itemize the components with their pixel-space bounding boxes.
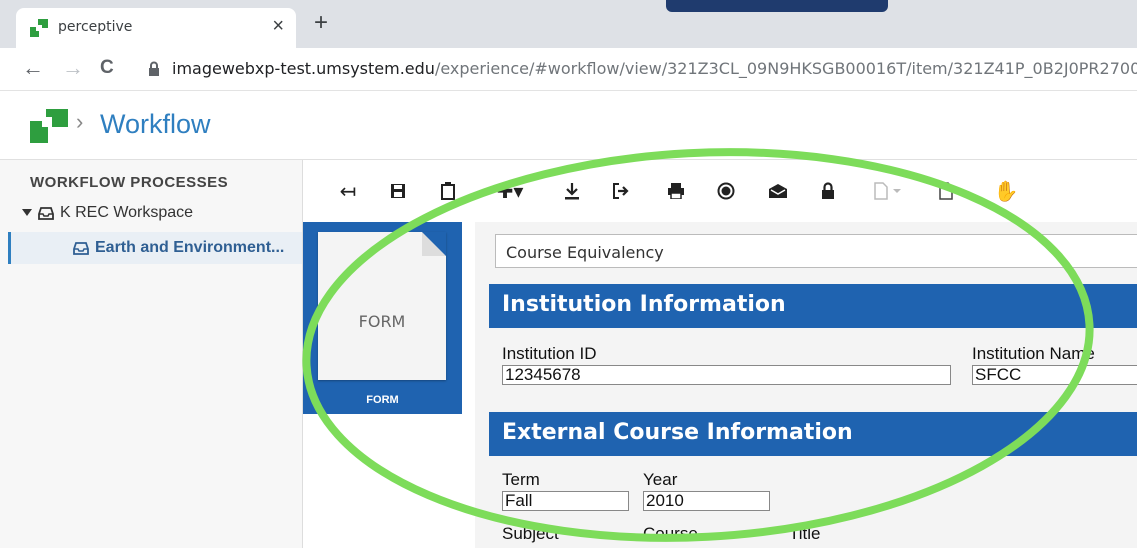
tab-close-icon[interactable]: ×	[272, 15, 284, 38]
year-label: Year	[643, 470, 678, 489]
page-fold	[422, 232, 446, 256]
title-label: Title	[789, 524, 821, 543]
download-icon[interactable]	[559, 178, 585, 204]
browser-tab[interactable]: perceptive ×	[16, 8, 296, 48]
back-arrow-icon[interactable]: ↤	[335, 178, 361, 204]
institution-name-field[interactable]: SFCC	[972, 365, 1137, 385]
thumbnail-caption: FORM	[366, 394, 399, 406]
sidebar-heading: WORKFLOW PROCESSES	[30, 174, 229, 191]
open-envelope-icon[interactable]	[765, 178, 791, 204]
forward-icon[interactable]: →	[62, 56, 84, 80]
secure-lock-icon	[149, 61, 159, 76]
page-title[interactable]: Workflow	[100, 109, 211, 140]
hand-icon[interactable]: ✋	[993, 178, 1019, 204]
reload-icon[interactable]: C	[100, 56, 114, 80]
tree-item-earth-environment-label: Earth and Environment...	[95, 239, 285, 256]
browser-tabstrip: perceptive × +	[0, 0, 1137, 48]
external-course-section-header: External Course Information	[489, 412, 1137, 456]
browser-toolbar: ← → C imagewebxp-test.umsystem.edu/exper…	[0, 48, 1137, 91]
tree-item-earth-environment[interactable]: Earth and Environment...	[8, 232, 302, 264]
institution-section-title: Institution Information	[502, 292, 786, 317]
breadcrumb-separator: ›	[76, 109, 84, 134]
form-viewer: Course Equivalency Institution Informati…	[475, 222, 1137, 548]
thumbnail-page-label: FORM	[358, 312, 406, 331]
perceptive-favicon-icon	[30, 19, 48, 37]
institution-section-header: Institution Information	[489, 284, 1137, 328]
institution-name-label: Institution Name	[972, 344, 1095, 363]
inbox-icon	[38, 206, 54, 220]
thumbnail-page: FORM	[318, 232, 446, 380]
institution-id-field[interactable]: 12345678	[502, 365, 951, 385]
sidebar: WORKFLOW PROCESSES K REC Workspace Earth…	[0, 160, 303, 548]
print-icon[interactable]	[663, 178, 689, 204]
inbox-icon	[73, 241, 89, 255]
year-field[interactable]: 2010	[643, 491, 770, 511]
new-tab-icon[interactable]: +	[314, 11, 328, 35]
tree-item-workspace[interactable]: K REC Workspace	[22, 204, 193, 222]
record-icon[interactable]	[713, 178, 739, 204]
tab-title: perceptive	[58, 19, 133, 35]
document-toolbar: ↤ ✚▾ ✋	[303, 160, 1137, 220]
course-label: Course	[643, 524, 698, 543]
save-icon[interactable]	[385, 178, 411, 204]
clipboard-icon[interactable]	[435, 178, 461, 204]
form-type-select[interactable]: Course Equivalency	[495, 234, 1137, 268]
page-dropdown-icon[interactable]	[871, 178, 905, 204]
subject-label: Subject	[502, 524, 559, 543]
lock-icon[interactable]	[815, 178, 841, 204]
external-course-section-title: External Course Information	[502, 420, 853, 445]
caret-down-icon[interactable]	[22, 209, 32, 217]
document-thumbnail[interactable]: FORM FORM	[303, 222, 462, 414]
window-accent-bar	[666, 0, 888, 12]
term-label: Term	[502, 470, 540, 489]
form-type-value: Course Equivalency	[506, 243, 664, 262]
url-host: imagewebxp-test.umsystem.edu	[172, 59, 435, 78]
app-header: › Workflow	[0, 91, 1137, 160]
route-icon[interactable]	[609, 178, 635, 204]
back-icon[interactable]: ←	[22, 56, 44, 80]
add-dropdown-icon[interactable]: ✚▾	[493, 178, 527, 204]
page-icon[interactable]	[933, 178, 959, 204]
address-bar[interactable]: imagewebxp-test.umsystem.edu/experience/…	[172, 59, 1137, 78]
term-field[interactable]: Fall	[502, 491, 629, 511]
perceptive-logo-icon[interactable]	[30, 107, 70, 143]
tree-item-workspace-label: K REC Workspace	[60, 204, 194, 221]
url-path: /experience/#workflow/view/321Z3CL_09N9H…	[434, 59, 1137, 78]
institution-id-label: Institution ID	[502, 344, 597, 363]
